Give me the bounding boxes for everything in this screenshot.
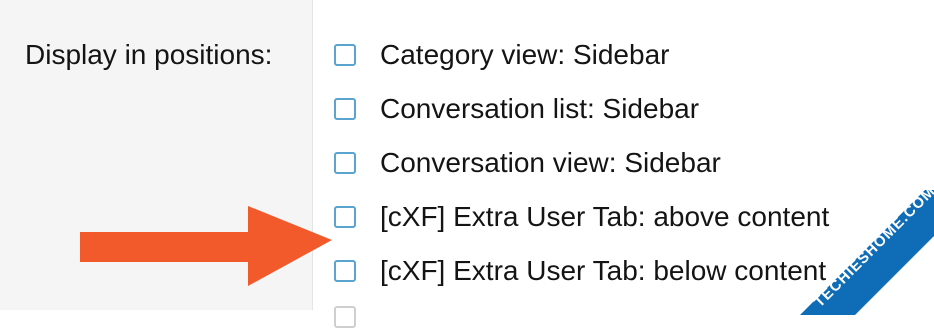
watermark-logo: TECHIESHOME.COM	[780, 190, 934, 315]
arrow-shape	[80, 206, 332, 286]
watermark-svg: TECHIESHOME.COM	[800, 190, 934, 315]
